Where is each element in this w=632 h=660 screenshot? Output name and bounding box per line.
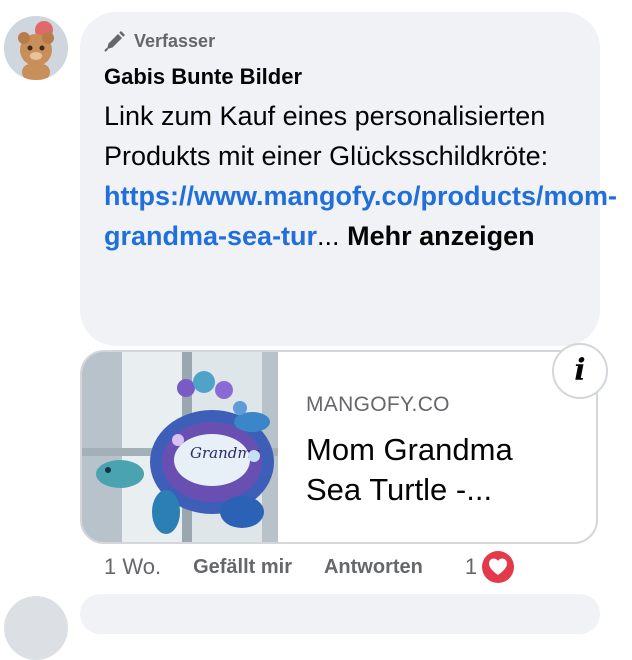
reaction-count[interactable]: 1 <box>465 554 477 580</box>
comment-bubble: Verfasser Gabis Bunte Bilder Link zum Ka… <box>80 12 617 346</box>
author-badge: Verfasser <box>104 30 576 52</box>
see-more-link[interactable]: Mehr anzeigen <box>347 221 535 251</box>
info-icon: i <box>574 353 586 388</box>
timestamp[interactable]: 1 Wo. <box>104 554 161 580</box>
comment-actions: 1 Wo. Gefällt mir Antworten 1 <box>104 548 517 586</box>
ellipsis: ... <box>317 221 340 251</box>
link-preview-card[interactable]: Grandma MANGOFY.CO Mom Grandma Sea Turtl… <box>80 350 598 544</box>
comment-text-body: Link zum Kauf eines personalisierten Pro… <box>104 101 549 171</box>
avatar[interactable] <box>4 16 68 80</box>
next-comment-avatar[interactable] <box>4 596 68 660</box>
link-preview-title[interactable]: Mom Grandma Sea Turtle -... <box>306 430 576 510</box>
info-button[interactable]: i <box>552 343 608 399</box>
like-button[interactable]: Gefällt mir <box>193 556 292 579</box>
author-badge-label: Verfasser <box>134 30 216 51</box>
reply-button[interactable]: Antworten <box>324 556 423 579</box>
link-preview-domain: MANGOFY.CO <box>306 393 450 416</box>
heart-icon[interactable] <box>479 548 517 586</box>
author-name[interactable]: Gabis Bunte Bilder <box>104 64 576 90</box>
comment-text: Link zum Kauf eines personalisierten Pro… <box>104 96 617 256</box>
pencil-icon <box>104 30 126 52</box>
next-comment-bubble <box>80 594 600 634</box>
link-preview-thumbnail: Grandma <box>82 352 278 542</box>
